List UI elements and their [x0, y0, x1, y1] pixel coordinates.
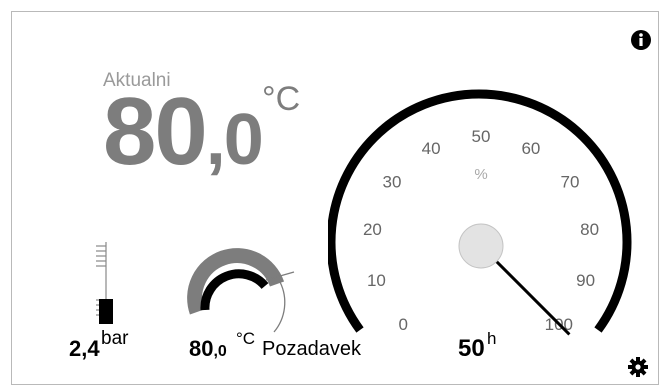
- gauge-tick-label: 20: [363, 220, 382, 239]
- requested-temp-value: 80,0: [189, 336, 227, 362]
- info-icon[interactable]: [630, 29, 652, 51]
- gauge-tick-label: 50: [472, 127, 491, 146]
- gauge-tick-label: 90: [576, 271, 595, 290]
- current-temp-value: 80,0: [103, 84, 264, 180]
- gauge-tick-label: 10: [367, 271, 386, 290]
- gauge-tick-label: 40: [422, 139, 441, 158]
- gauge-tick-label: 0: [398, 315, 407, 334]
- requested-temp-decimal: ,0: [213, 343, 227, 360]
- hours-unit: h: [487, 329, 497, 348]
- gauge-unit-label: %: [474, 166, 487, 183]
- requested-temp-whole: 80: [189, 336, 214, 361]
- pressure-level-indicator: [96, 242, 113, 324]
- current-temp-unit: °C: [262, 80, 301, 118]
- pressure-value: 2,4: [69, 336, 100, 361]
- gauge-tick-label: 70: [561, 172, 580, 191]
- requested-temp-mini-gauge[interactable]: [178, 234, 300, 334]
- current-temp-whole: 80: [103, 78, 208, 185]
- gauge-tick-label: 60: [521, 139, 540, 158]
- requested-temp-unit: °C: [236, 329, 256, 348]
- percentage-gauge[interactable]: 0102030405060708090100 %: [328, 88, 636, 338]
- gauge-tick-label: 30: [383, 172, 402, 191]
- pressure-unit: bar: [101, 328, 129, 349]
- gauge-tick-label: 80: [580, 220, 599, 239]
- current-temp-decimal: ,0: [205, 100, 264, 180]
- hours-value: 50: [458, 335, 485, 362]
- needle-hub: [458, 223, 504, 269]
- gear-icon[interactable]: [627, 356, 649, 378]
- requested-temp-label: Pozadavek: [262, 338, 361, 360]
